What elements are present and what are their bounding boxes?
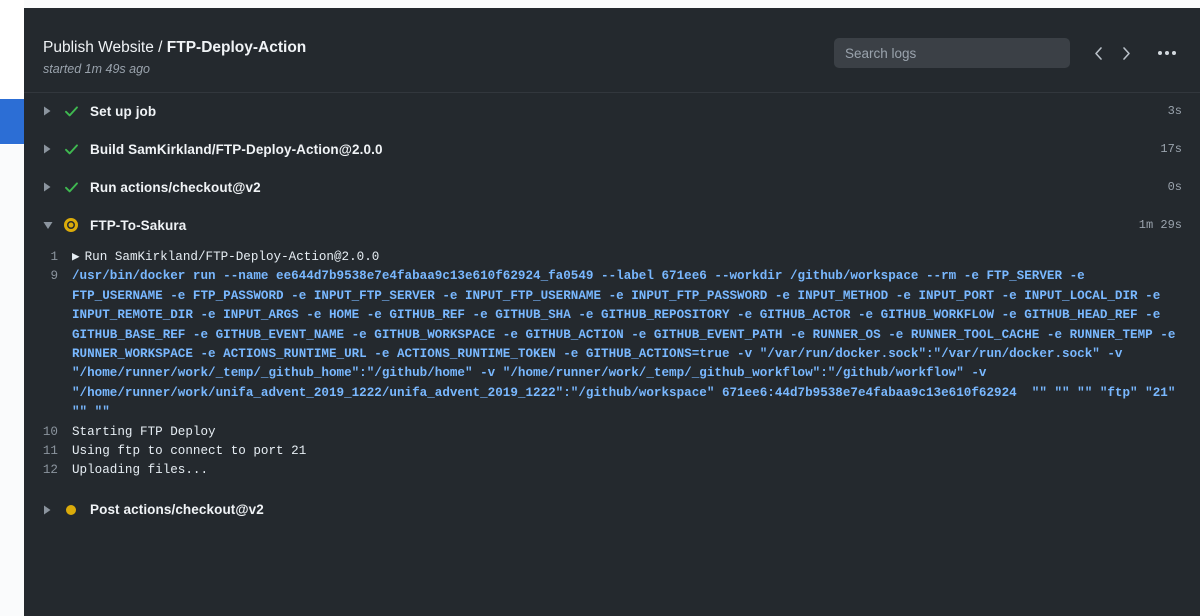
log-line: 12 Uploading files... [24,461,1182,480]
log-line: 1 ▶ Run SamKirkland/FTP-Deploy-Action@2.0… [24,248,1182,267]
log-line-text: Uploading files... [72,463,209,478]
step-duration: 3s [1167,104,1182,118]
log-line-text: ▶ Run SamKirkland/FTP-Deploy-Action@2.0.0 [72,248,1182,267]
kebab-dot [1172,51,1176,55]
log-line-text: /usr/bin/docker run --name ee644d7b9538e… [72,269,1183,420]
kebab-menu-icon[interactable] [1152,39,1182,67]
step-name: Post actions/checkout@v2 [90,502,264,518]
step-row[interactable]: Post actions/checkout@v2 [24,491,1200,529]
step-duration: 0s [1167,180,1182,194]
log-line: 9 /usr/bin/docker run --name ee644d7b953… [24,267,1182,422]
log-output: 1 ▶ Run SamKirkland/FTP-Deploy-Action@2.0… [24,244,1200,481]
chevron-right-icon[interactable] [43,182,57,192]
check-icon [64,142,90,157]
workflow-name: Publish Website [43,39,154,56]
log-tail-space [24,529,1200,569]
log-line-number: 1 [50,250,58,264]
left-rail-lower [0,145,24,616]
kebab-dot [1158,51,1162,55]
started-timestamp: started 1m 49s ago [43,62,151,76]
step-name: Run actions/checkout@v2 [90,179,261,195]
step-row[interactable]: Run actions/checkout@v2 0s [24,168,1200,206]
step-name: Set up job [90,103,157,119]
step-list: Set up job 3s Build SamKirkland/FTP-Depl… [24,92,1200,569]
step-duration: 1m 29s [1138,218,1182,232]
log-line: 10 Starting FTP Deploy [24,423,1182,442]
step-name: Build SamKirkland/FTP-Deploy-Action@2.0.… [90,141,383,157]
page-title: Publish Website / FTP-Deploy-Action [43,38,306,58]
title-separator: / [153,39,167,56]
kebab-dot [1165,51,1169,55]
queued-icon [64,504,90,515]
in-progress-icon [64,218,90,232]
log-header: Publish Website / FTP-Deploy-Action star… [24,8,1200,92]
check-icon [64,180,90,195]
job-name: FTP-Deploy-Action [166,39,307,56]
step-duration: 17s [1160,142,1182,156]
chevron-down-icon[interactable] [43,221,57,230]
log-line-number: 12 [42,463,58,478]
log-line-content: Run SamKirkland/FTP-Deploy-Action@2.0.0 [84,250,380,264]
chevron-right-icon[interactable] [43,505,57,515]
search-input[interactable] [834,38,1070,68]
chevron-right-icon[interactable] [43,106,57,116]
header-titles: Publish Website / FTP-Deploy-Action star… [43,38,306,77]
log-panel: Publish Website / FTP-Deploy-Action star… [24,8,1200,616]
log-line-number: 9 [50,269,58,284]
log-line-text: Starting FTP Deploy [72,424,216,439]
log-line: 11 Using ftp to connect to port 21 [24,442,1182,461]
run-caret-icon[interactable]: ▶ [72,248,80,267]
log-line-number: 10 [42,424,58,439]
chevron-right-icon[interactable] [1112,39,1140,67]
step-row-expanded[interactable]: FTP-To-Sakura 1m 29s [24,206,1200,244]
step-row[interactable]: Build SamKirkland/FTP-Deploy-Action@2.0.… [24,130,1200,168]
workflow-log-page: Publish Website / FTP-Deploy-Action star… [0,0,1200,616]
step-name: FTP-To-Sakura [90,217,187,233]
check-icon [64,104,90,119]
chevron-right-icon[interactable] [43,144,57,154]
chevron-left-icon[interactable] [1084,39,1112,67]
rail-selection-indicator[interactable] [0,99,24,144]
log-line-text: Using ftp to connect to port 21 [72,444,307,459]
step-row[interactable]: Set up job 3s [24,92,1200,130]
log-line-number: 11 [42,444,58,459]
header-tools [834,38,1182,68]
